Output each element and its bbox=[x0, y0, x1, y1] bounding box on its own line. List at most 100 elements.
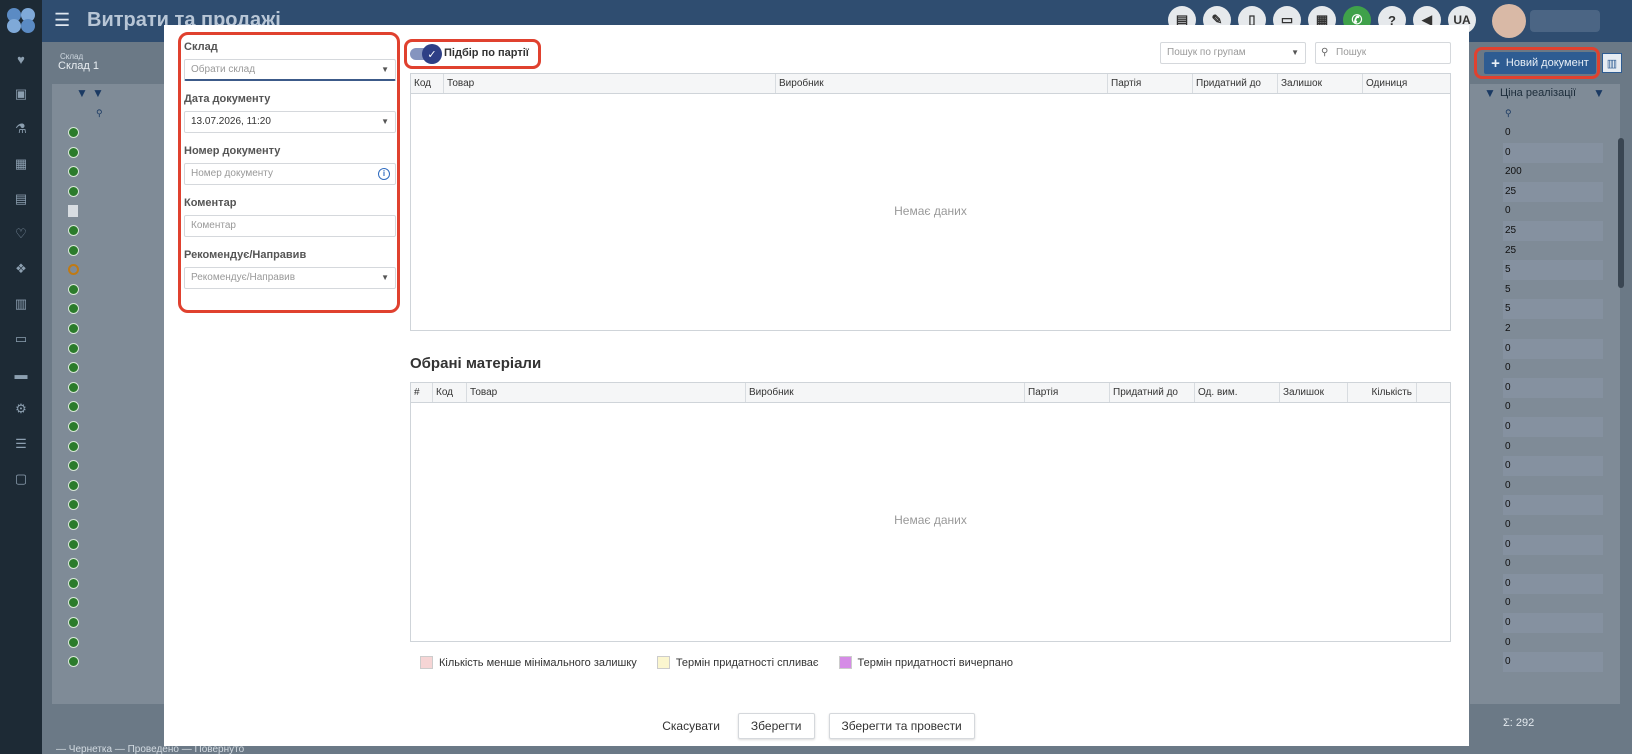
price-cell[interactable]: 25 bbox=[1503, 181, 1603, 202]
flask-icon[interactable]: ⚗ bbox=[12, 120, 30, 138]
referrer-select[interactable]: Рекомендує/Направив ▼ bbox=[184, 267, 396, 289]
warehouse-filter-value[interactable]: Склад 1 bbox=[58, 60, 99, 72]
column-header[interactable]: Партія bbox=[1025, 383, 1110, 402]
price-cell[interactable]: 25 bbox=[1503, 241, 1603, 261]
filter-icon[interactable]: ▼ bbox=[92, 86, 104, 100]
legend-label: Термін придатності вичерпано bbox=[857, 656, 1014, 669]
comment-placeholder: Коментар bbox=[191, 220, 236, 231]
filter-icon[interactable]: ▼ bbox=[76, 86, 88, 100]
price-cell[interactable]: 5 bbox=[1503, 260, 1603, 281]
posted-check-icon bbox=[68, 127, 79, 138]
price-cell[interactable]: 0 bbox=[1503, 573, 1603, 594]
user-avatar[interactable] bbox=[1492, 4, 1526, 38]
group-search-select[interactable]: Пошук по групам ▼ bbox=[1160, 42, 1306, 64]
search-icon[interactable]: ⚲ bbox=[96, 108, 103, 119]
column-header[interactable]: Виробник bbox=[776, 74, 1108, 93]
legend-swatch bbox=[656, 656, 670, 669]
info-icon[interactable]: i bbox=[378, 168, 390, 180]
posted-check-icon bbox=[68, 225, 79, 236]
price-cell[interactable]: 0 bbox=[1503, 417, 1603, 437]
column-header[interactable]: Залишок bbox=[1278, 74, 1363, 93]
app-sidebar: ♥ ▣ ⚗ ▦ ▤ ♡ ❖ ▥ ▭ ▬ ⚙ ☰ ▢ bbox=[0, 0, 42, 754]
price-cell[interactable]: 200 bbox=[1503, 162, 1603, 182]
settings-icon[interactable]: ⚙ bbox=[12, 400, 30, 418]
price-cell[interactable]: 0 bbox=[1503, 437, 1603, 457]
empty-message: Немає даних bbox=[894, 513, 967, 527]
price-cell[interactable]: 0 bbox=[1503, 652, 1603, 673]
legend-label: Термін придатності спливає bbox=[675, 656, 819, 669]
price-cell[interactable]: 0 bbox=[1503, 358, 1603, 378]
column-header[interactable]: Придатний до bbox=[1110, 383, 1195, 402]
price-cell[interactable]: 0 bbox=[1503, 123, 1603, 143]
doc-date-picker[interactable]: 13.07.2026, 11:20 ▼ bbox=[184, 111, 396, 133]
cash-icon[interactable]: ▬ bbox=[12, 365, 30, 383]
column-header[interactable]: Залишок bbox=[1280, 383, 1348, 402]
column-header[interactable]: Виробник bbox=[746, 383, 1025, 402]
price-cell[interactable]: 0 bbox=[1503, 534, 1603, 555]
highlight-outline bbox=[1474, 47, 1600, 79]
doc-number-label: Номер документу bbox=[184, 145, 281, 157]
price-cell[interactable]: 0 bbox=[1503, 338, 1603, 359]
save-and-post-button[interactable]: Зберегти та провести bbox=[828, 713, 975, 739]
price-cell[interactable]: 0 bbox=[1503, 495, 1603, 516]
column-header[interactable]: Код bbox=[433, 383, 467, 402]
posted-check-icon bbox=[68, 421, 79, 432]
filter-icon[interactable]: ▼ bbox=[1484, 86, 1496, 100]
user-name[interactable] bbox=[1530, 10, 1600, 32]
price-cell[interactable]: 25 bbox=[1503, 221, 1603, 241]
note-icon[interactable]: ▢ bbox=[12, 470, 30, 488]
search-placeholder: Пошук bbox=[1336, 47, 1367, 58]
price-cell[interactable]: 0 bbox=[1503, 201, 1603, 221]
column-header[interactable]: Од. вим. bbox=[1195, 383, 1280, 402]
column-header[interactable]: Товар bbox=[467, 383, 746, 402]
delete-icon[interactable]: ▥ bbox=[1602, 53, 1622, 73]
list-icon[interactable]: ☰ bbox=[12, 435, 30, 453]
column-header[interactable]: Придатний до bbox=[1193, 74, 1278, 93]
price-cell[interactable]: 5 bbox=[1503, 299, 1603, 320]
calendar-icon[interactable]: ▦ bbox=[12, 155, 30, 173]
grid-scrollbar[interactable] bbox=[1618, 138, 1624, 288]
folder-icon[interactable]: ▭ bbox=[12, 330, 30, 348]
search-icon: ⚲ bbox=[1321, 47, 1329, 58]
document-icon[interactable]: ▤ bbox=[12, 190, 30, 208]
comment-input[interactable]: Коментар bbox=[184, 215, 396, 237]
column-header[interactable]: Партія bbox=[1108, 74, 1193, 93]
price-cell[interactable]: 0 bbox=[1503, 554, 1603, 574]
filter-icon[interactable]: ▼ bbox=[1593, 86, 1605, 100]
price-cell[interactable]: 0 bbox=[1503, 633, 1603, 653]
price-cell[interactable]: 0 bbox=[1503, 515, 1603, 535]
search-input[interactable]: ⚲ Пошук bbox=[1315, 42, 1451, 64]
price-cell[interactable]: 0 bbox=[1503, 476, 1603, 496]
price-cell[interactable]: 0 bbox=[1503, 613, 1603, 633]
batch-toggle-label[interactable]: Підбір по партії bbox=[444, 47, 529, 59]
column-header[interactable]: # bbox=[411, 383, 433, 402]
column-header[interactable]: Товар bbox=[444, 74, 776, 93]
price-cell[interactable]: 5 bbox=[1503, 280, 1603, 300]
check-icon[interactable]: ✓ bbox=[422, 44, 442, 64]
legend-item: Термін придатності вичерпано bbox=[838, 656, 1014, 669]
price-cell[interactable]: 0 bbox=[1503, 142, 1603, 163]
cancel-button[interactable]: Скасувати bbox=[658, 713, 724, 739]
price-cell[interactable]: 0 bbox=[1503, 397, 1603, 417]
book-icon[interactable]: ▥ bbox=[12, 295, 30, 313]
price-cell[interactable]: 0 bbox=[1503, 456, 1603, 477]
heart-icon[interactable]: ♥ bbox=[12, 50, 30, 68]
price-cell[interactable]: 0 bbox=[1503, 377, 1603, 398]
doc-number-input[interactable]: Номер документу i bbox=[184, 163, 396, 185]
posted-check-icon bbox=[68, 617, 79, 628]
search-icon[interactable]: ⚲ bbox=[1505, 108, 1512, 119]
draft-icon bbox=[68, 205, 78, 218]
heartbeat-icon[interactable]: ♡ bbox=[12, 225, 30, 243]
column-header[interactable]: Код bbox=[411, 74, 444, 93]
column-header[interactable]: Кількість bbox=[1348, 383, 1417, 402]
boxes-icon[interactable]: ❖ bbox=[12, 260, 30, 278]
selected-materials-title: Обрані матеріали bbox=[410, 355, 542, 372]
price-cell[interactable]: 0 bbox=[1503, 593, 1603, 613]
column-header[interactable]: Одиниця bbox=[1363, 74, 1450, 93]
warehouse-select[interactable]: Обрати склад ▼ bbox=[184, 59, 396, 81]
price-cell[interactable]: 2 bbox=[1503, 319, 1603, 339]
menu-icon[interactable]: ☰ bbox=[54, 10, 70, 31]
save-button[interactable]: Зберегти bbox=[737, 713, 815, 739]
posted-check-icon bbox=[68, 185, 79, 197]
patient-card-icon[interactable]: ▣ bbox=[12, 85, 30, 103]
